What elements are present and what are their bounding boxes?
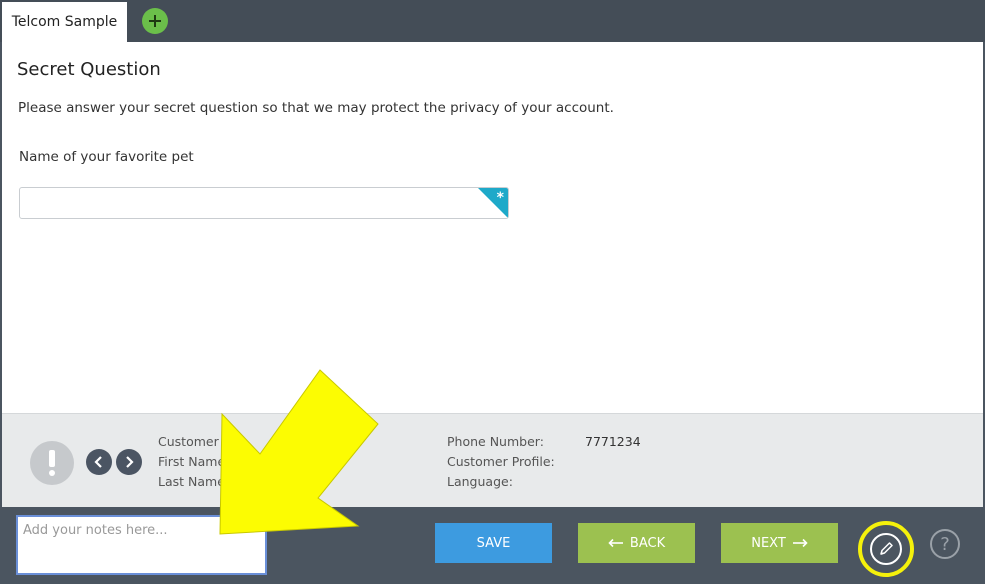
plus-icon — [149, 15, 161, 27]
chevron-left-icon — [94, 456, 102, 468]
add-tab-button[interactable] — [142, 8, 168, 34]
pencil-icon — [880, 542, 893, 555]
back-button[interactable]: BACK — [578, 523, 695, 563]
previous-customer-button[interactable] — [86, 449, 112, 475]
tab-telcom-sample[interactable]: Telcom Sample — [2, 2, 127, 42]
customer-profile-label: Customer Profile: — [447, 454, 555, 469]
phone-number-label: Phone Number: — [447, 434, 544, 449]
first-name-label: First Name — [158, 454, 226, 469]
next-customer-button[interactable] — [116, 449, 142, 475]
notes-input[interactable] — [16, 515, 267, 575]
next-label: NEXT — [751, 535, 786, 551]
help-button[interactable]: ? — [930, 529, 960, 559]
next-button[interactable]: NEXT — [721, 523, 838, 563]
tab-bar: Telcom Sample — [0, 0, 985, 42]
edit-icon-ring — [870, 533, 902, 565]
help-icon: ? — [940, 533, 950, 555]
save-label: SAVE — [476, 535, 511, 551]
customer-label: Customer — [158, 434, 219, 449]
pet-name-field-wrapper: * — [19, 187, 509, 219]
arrow-right-icon — [792, 538, 808, 548]
language-label: Language: — [447, 474, 513, 489]
phone-number-value: 7771234 — [585, 434, 641, 449]
required-asterisk: * — [496, 190, 504, 206]
tab-label: Telcom Sample — [11, 14, 118, 30]
pet-name-label: Name of your favorite pet — [19, 149, 194, 165]
last-name-label: Last Name — [158, 474, 225, 489]
page-title: Secret Question — [17, 59, 161, 80]
bottom-toolbar: SAVE BACK NEXT ? — [2, 507, 983, 582]
arrow-left-icon — [608, 538, 623, 548]
pet-name-input[interactable] — [20, 188, 508, 218]
edit-button[interactable] — [858, 521, 914, 577]
alert-icon — [30, 441, 74, 485]
save-button[interactable]: SAVE — [435, 523, 552, 563]
chevron-right-icon — [126, 456, 134, 468]
page-description: Please answer your secret question so th… — [18, 100, 614, 116]
customer-info-bar: Customer First Name Last Name Phone Numb… — [2, 413, 983, 507]
back-label: BACK — [629, 535, 666, 551]
